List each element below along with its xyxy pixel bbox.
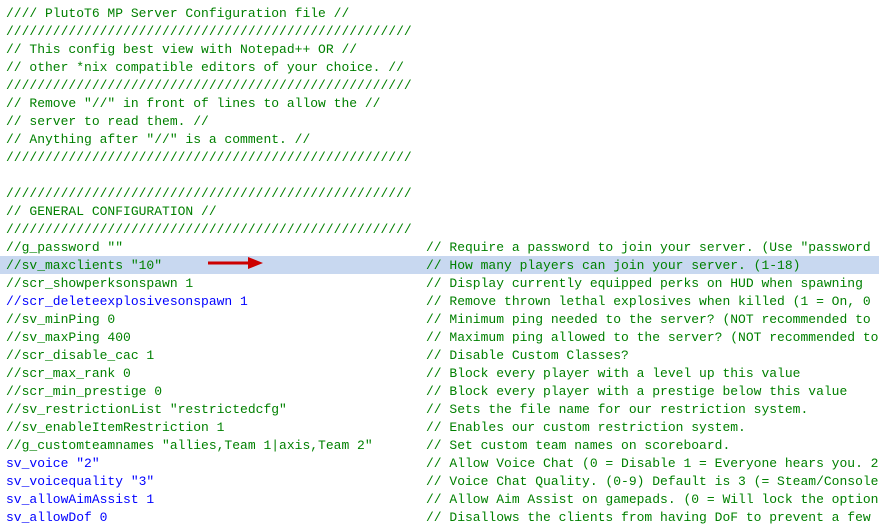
code-right-25: // Set custom team names on scoreboard. <box>426 438 730 453</box>
code-line-18: //sv_minPing 0 // Minimum ping needed to… <box>0 310 879 328</box>
code-left-25: //g_customteamnames "allies,Team 1|axis,… <box>6 438 426 453</box>
code-line-11: ////////////////////////////////////////… <box>0 184 879 202</box>
code-left-23: //sv_restrictionList "restrictedcfg" <box>6 402 426 417</box>
code-line-9: ////////////////////////////////////////… <box>0 148 879 166</box>
code-left-18: //sv_minPing 0 <box>6 312 426 327</box>
code-right-24: // Enables our custom restriction system… <box>426 420 746 435</box>
code-right-16: // Display currently equipped perks on H… <box>426 276 863 291</box>
code-line-6: // Remove "//" in front of lines to allo… <box>0 94 879 112</box>
code-line-14: //g_password "" // Require a password to… <box>0 238 879 256</box>
code-left-4: // other *nix compatible editors of your… <box>6 60 426 75</box>
code-left-26: sv_voice "2" <box>6 456 426 471</box>
code-line-5: ////////////////////////////////////////… <box>0 76 879 94</box>
code-right-22: // Block every player with a prestige be… <box>426 384 847 399</box>
code-right-20: // Disable Custom Classes? <box>426 348 629 363</box>
code-right-14: // Require a password to join your serve… <box>426 240 871 255</box>
code-left-9: ////////////////////////////////////////… <box>6 150 426 165</box>
code-line-2: ////////////////////////////////////////… <box>0 22 879 40</box>
code-left-20: //scr_disable_cac 1 <box>6 348 426 363</box>
code-line-7: // server to read them. // <box>0 112 879 130</box>
code-line-15: //sv_maxclients "10" // How many players… <box>0 256 879 274</box>
code-line-22: //scr_min_prestige 0 // Block every play… <box>0 382 879 400</box>
code-left-8: // Anything after "//" is a comment. // <box>6 132 426 147</box>
code-left-24: //sv_enableItemRestriction 1 <box>6 420 426 435</box>
code-left-29: sv_allowDof 0 <box>6 510 426 525</box>
code-left-13: ////////////////////////////////////////… <box>6 222 426 237</box>
code-right-27: // Voice Chat Quality. (0-9) Default is … <box>426 474 878 489</box>
code-line-27: sv_voicequality "3" // Voice Chat Qualit… <box>0 472 879 490</box>
code-left-3: // This config best view with Notepad++ … <box>6 42 426 57</box>
code-right-28: // Allow Aim Assist on gamepads. (0 = Wi… <box>426 492 878 507</box>
code-right-23: // Sets the file name for our restrictio… <box>426 402 808 417</box>
code-line-28: sv_allowAimAssist 1 // Allow Aim Assist … <box>0 490 879 508</box>
code-left-7: // server to read them. // <box>6 114 426 129</box>
code-right-21: // Block every player with a level up th… <box>426 366 800 381</box>
code-line-29: sv_allowDof 0 // Disallows the clients f… <box>0 508 879 526</box>
code-right-19: // Maximum ping allowed to the server? (… <box>426 330 878 345</box>
code-right-29: // Disallows the clients from having DoF… <box>426 510 871 525</box>
code-right-26: // Allow Voice Chat (0 = Disable 1 = Eve… <box>426 456 878 471</box>
code-line-10 <box>0 166 879 184</box>
code-line-3: // This config best view with Notepad++ … <box>0 40 879 58</box>
code-left-21: //scr_max_rank 0 <box>6 366 426 381</box>
code-left-6: // Remove "//" in front of lines to allo… <box>6 96 426 111</box>
code-line-17: //scr_deleteexplosivesonspawn 1 // Remov… <box>0 292 879 310</box>
code-left-28: sv_allowAimAssist 1 <box>6 492 426 507</box>
code-left-27: sv_voicequality "3" <box>6 474 426 489</box>
code-editor: //// PlutoT6 MP Server Configuration fil… <box>0 0 879 526</box>
code-line-19: //sv_maxPing 400 // Maximum ping allowed… <box>0 328 879 346</box>
code-line-4: // other *nix compatible editors of your… <box>0 58 879 76</box>
code-line-20: //scr_disable_cac 1 // Disable Custom Cl… <box>0 346 879 364</box>
code-line-21: //scr_max_rank 0 // Block every player w… <box>0 364 879 382</box>
code-right-15: // How many players can join your server… <box>426 258 800 273</box>
code-left-16: //scr_showperksonspawn 1 <box>6 276 426 291</box>
code-right-17: // Remove thrown lethal explosives when … <box>426 294 871 309</box>
code-line-26: sv_voice "2" // Allow Voice Chat (0 = Di… <box>0 454 879 472</box>
code-line-24: //sv_enableItemRestriction 1 // Enables … <box>0 418 879 436</box>
code-left-11: ////////////////////////////////////////… <box>6 186 426 201</box>
code-left-17: //scr_deleteexplosivesonspawn 1 <box>6 294 426 309</box>
code-left-12: // GENERAL CONFIGURATION // <box>6 204 426 219</box>
code-line-1: //// PlutoT6 MP Server Configuration fil… <box>0 4 879 22</box>
code-left-22: //scr_min_prestige 0 <box>6 384 426 399</box>
code-line-12: // GENERAL CONFIGURATION // <box>0 202 879 220</box>
code-line-16: //scr_showperksonspawn 1 // Display curr… <box>0 274 879 292</box>
code-right-18: // Minimum ping needed to the server? (N… <box>426 312 871 327</box>
code-line-23: //sv_restrictionList "restrictedcfg" // … <box>0 400 879 418</box>
code-left-2: ////////////////////////////////////////… <box>6 24 426 39</box>
code-left-1: //// PlutoT6 MP Server Configuration fil… <box>6 6 426 21</box>
code-left-5: ////////////////////////////////////////… <box>6 78 426 93</box>
code-line-25: //g_customteamnames "allies,Team 1|axis,… <box>0 436 879 454</box>
code-line-8: // Anything after "//" is a comment. // <box>0 130 879 148</box>
code-line-13: ////////////////////////////////////////… <box>0 220 879 238</box>
code-left-19: //sv_maxPing 400 <box>6 330 426 345</box>
